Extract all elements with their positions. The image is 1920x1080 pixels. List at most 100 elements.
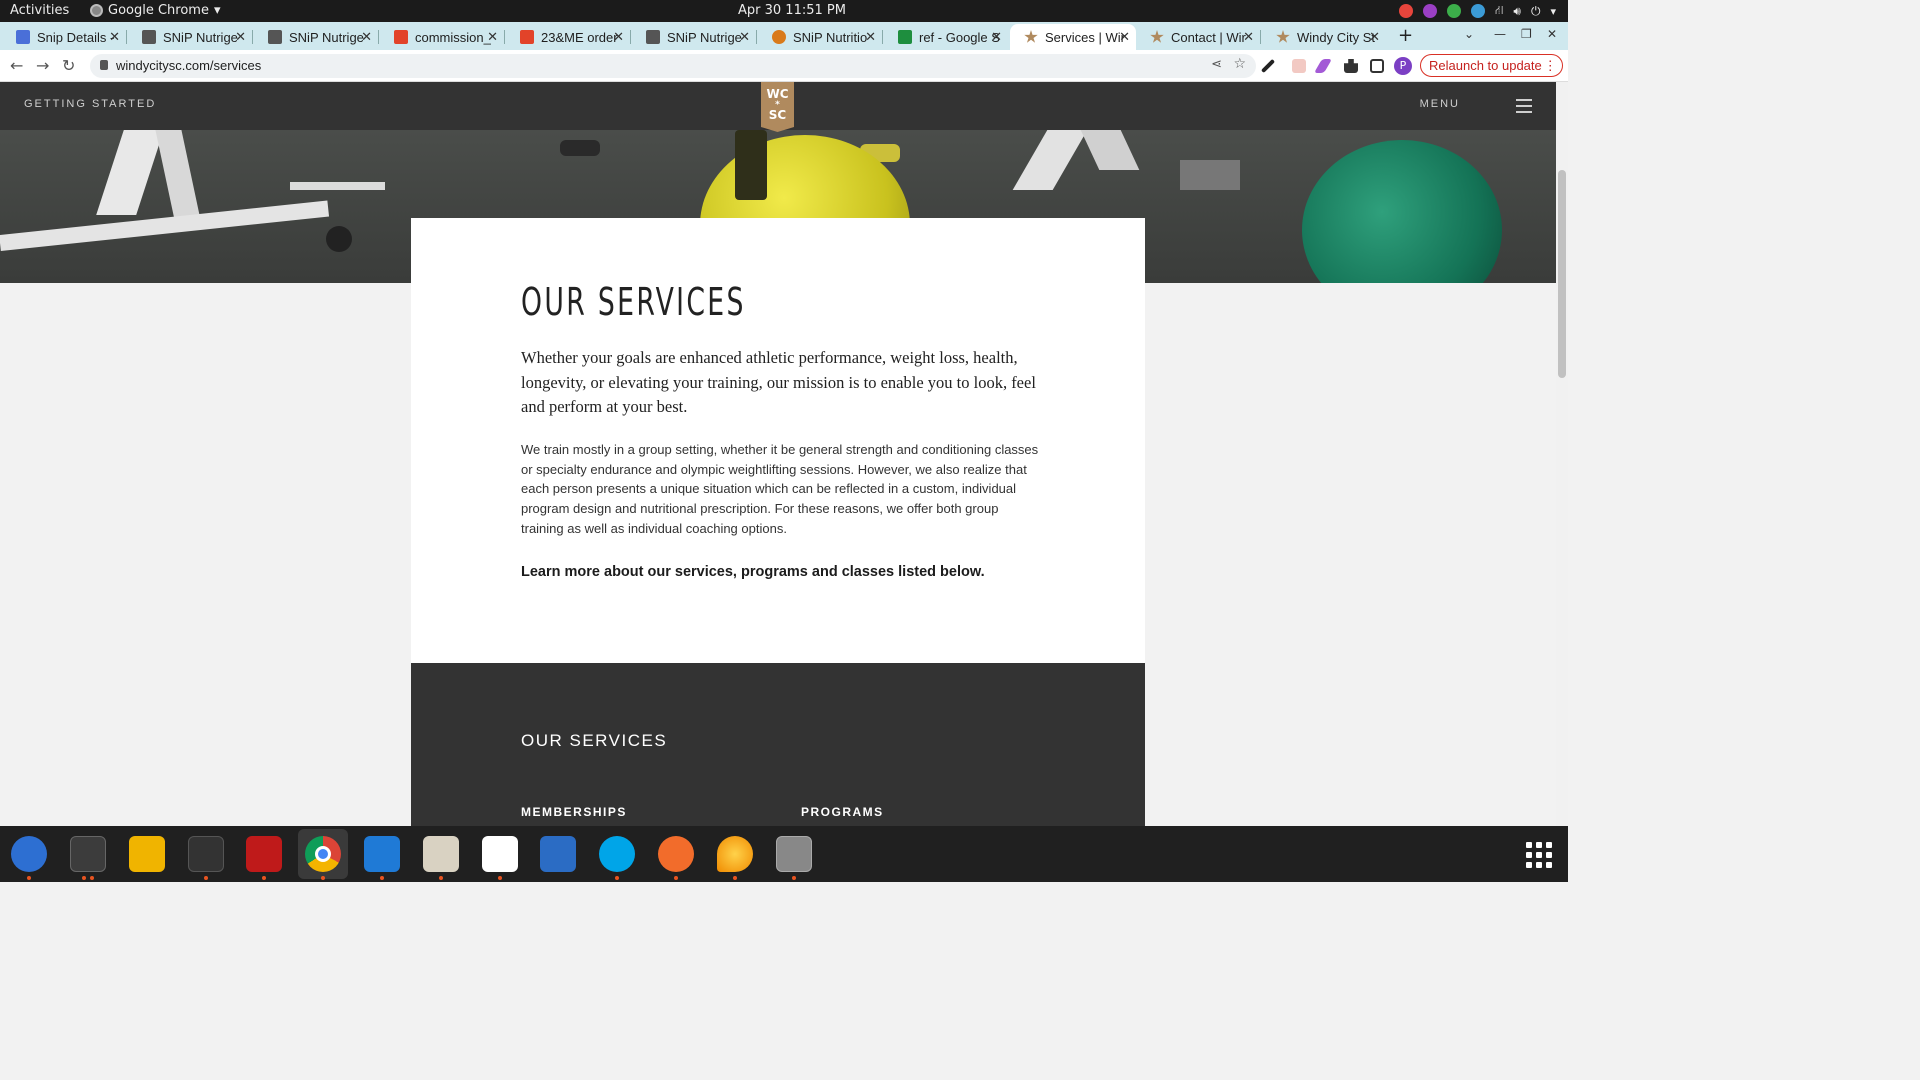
chrome-icon — [90, 4, 103, 17]
tab[interactable]: 23&ME order ✕ — [506, 24, 631, 50]
kebab-menu-icon[interactable]: ⋮ — [1544, 55, 1557, 76]
close-icon[interactable]: ✕ — [109, 29, 120, 45]
dock — [0, 826, 1568, 882]
tab[interactable]: SNiP Nutrige ✕ — [632, 24, 757, 50]
skype-icon[interactable] — [599, 836, 635, 872]
disk-utility-icon[interactable] — [776, 836, 812, 872]
tab[interactable]: ref - Google S ✕ — [884, 24, 1008, 50]
profile-avatar[interactable]: P — [1394, 57, 1412, 75]
xampp-icon[interactable] — [717, 836, 753, 872]
star-favicon-icon — [1150, 30, 1164, 43]
page-scrollbar[interactable] — [1556, 82, 1568, 826]
cta-text: Learn more about our services, programs … — [521, 564, 985, 580]
extension-icon[interactable] — [1292, 59, 1306, 73]
url-text[interactable]: windycitysc.com/services — [116, 58, 261, 73]
app-menu[interactable]: Google Chrome ▾ — [90, 3, 221, 18]
tab[interactable]: commission_ ✕ — [380, 24, 505, 50]
close-window-icon[interactable]: ✕ — [1547, 27, 1557, 41]
hamburger-icon[interactable] — [1516, 99, 1532, 117]
snip-favicon-icon — [646, 30, 660, 44]
close-icon[interactable]: ✕ — [1243, 29, 1254, 45]
relaunch-button[interactable]: Relaunch to update ⋮ — [1420, 54, 1563, 77]
relaunch-label: Relaunch to update — [1429, 58, 1542, 73]
back-icon[interactable]: ← — [10, 56, 23, 75]
close-icon[interactable]: ✕ — [1369, 29, 1380, 45]
thunderbird-icon[interactable] — [11, 836, 47, 872]
star-favicon-icon — [1024, 30, 1038, 43]
docs-favicon-icon — [16, 30, 30, 44]
tab[interactable]: Windy City St ✕ — [1262, 24, 1386, 50]
gitlab-favicon-icon — [394, 30, 408, 44]
extensions-puzzle-icon[interactable] — [1344, 59, 1358, 73]
services-section: OUR SERVICES MEMBERSHIPS PROGRAMS — [411, 663, 1145, 826]
calculator-icon[interactable] — [129, 836, 165, 872]
close-icon[interactable]: ✕ — [613, 29, 624, 45]
pen-extension-icon[interactable] — [1313, 59, 1333, 73]
close-icon[interactable]: ✕ — [991, 29, 1002, 45]
filezilla-icon[interactable] — [246, 836, 282, 872]
lock-icon[interactable] — [100, 60, 108, 70]
logo-text-bottom: SC — [768, 108, 787, 122]
programs-heading: PROGRAMS — [801, 805, 884, 819]
eyedropper-icon[interactable] — [1260, 58, 1276, 74]
text-editor-icon[interactable] — [482, 836, 518, 872]
site-logo[interactable]: WC * SC — [761, 82, 794, 132]
chrome-tray-icon[interactable] — [1398, 4, 1413, 18]
postman-icon[interactable] — [658, 836, 694, 872]
power-icon[interactable]: ⏻ — [1531, 4, 1541, 19]
star-favicon-icon — [1276, 30, 1290, 43]
vscode-icon[interactable] — [364, 836, 400, 872]
tab[interactable]: Contact | Wir ✕ — [1136, 24, 1261, 50]
tab-strip: Snip Details - ✕ SNiP Nutrige ✕ SNiP Nut… — [0, 22, 1568, 50]
network-icon[interactable]: ⛙ — [1495, 3, 1503, 19]
scrollbar-thumb[interactable] — [1558, 170, 1566, 378]
update-tray-icon[interactable] — [1446, 4, 1461, 18]
files-icon[interactable] — [423, 836, 459, 872]
reload-icon[interactable]: ↻ — [62, 56, 75, 75]
tab[interactable]: SNiP Nutrige ✕ — [254, 24, 379, 50]
app-tray-icon[interactable] — [1422, 4, 1437, 18]
bookmark-star-icon[interactable]: ☆ — [1233, 56, 1246, 72]
forward-icon[interactable]: → — [36, 56, 49, 75]
page-viewport: GETTING STARTED MENU WC * SC OUR SERVICE… — [0, 82, 1556, 826]
gitlab-favicon-icon — [520, 30, 534, 44]
system-monitor-icon[interactable] — [188, 836, 224, 872]
menu-link[interactable]: MENU — [1420, 98, 1460, 110]
snip-favicon-icon — [268, 30, 282, 44]
close-icon[interactable]: ✕ — [361, 29, 372, 45]
snip-nutrition-favicon-icon — [772, 30, 786, 44]
tab[interactable]: SNiP Nutrige ✕ — [128, 24, 253, 50]
clock[interactable]: Apr 30 11:51 PM — [738, 3, 846, 18]
close-icon[interactable]: ✕ — [235, 29, 246, 45]
tab-active[interactable]: Services | Wir ✕ — [1010, 24, 1136, 50]
system-top-bar: Activities Google Chrome ▾ Apr 30 11:51 … — [0, 0, 1568, 22]
close-icon[interactable]: ✕ — [865, 29, 876, 45]
xmind-tray-icon[interactable] — [1470, 4, 1485, 18]
volume-icon[interactable]: 🔊︎ — [1513, 4, 1521, 19]
side-panel-icon[interactable] — [1370, 59, 1384, 73]
tab-title: Services | Wir — [1045, 29, 1125, 45]
close-icon[interactable]: ✕ — [739, 29, 750, 45]
writer-icon[interactable] — [540, 836, 576, 872]
sheets-favicon-icon — [898, 30, 912, 44]
address-bar[interactable]: windycitysc.com/services ⋖ ☆ — [90, 54, 1256, 78]
app-menu-label: Google Chrome — [108, 3, 209, 18]
close-icon[interactable]: ✕ — [1119, 29, 1130, 45]
chevron-down-icon[interactable]: ▾ — [1550, 5, 1556, 18]
activities-button[interactable]: Activities — [10, 3, 69, 18]
tab[interactable]: SNiP Nutritio ✕ — [758, 24, 883, 50]
chrome-dock-button[interactable] — [298, 829, 348, 879]
getting-started-link[interactable]: GETTING STARTED — [24, 98, 156, 110]
tab-search-icon[interactable]: ⌄ — [1464, 27, 1474, 41]
terminal-icon[interactable] — [70, 836, 106, 872]
new-tab-button[interactable]: + — [1398, 25, 1413, 46]
show-apps-icon[interactable] — [1526, 842, 1552, 868]
close-icon[interactable]: ✕ — [487, 29, 498, 45]
browser-toolbar: ← → ↻ windycitysc.com/services ⋖ ☆ — [0, 50, 1568, 82]
page-title: OUR SERVICES — [521, 280, 746, 324]
share-icon[interactable]: ⋖ — [1211, 57, 1222, 72]
tab[interactable]: Snip Details - ✕ — [2, 24, 127, 50]
restore-icon[interactable]: ❐ — [1521, 27, 1532, 41]
minimize-icon[interactable]: — — [1494, 27, 1506, 41]
system-tray[interactable]: ⛙ 🔊︎ ⏻ ▾ — [1398, 3, 1556, 19]
